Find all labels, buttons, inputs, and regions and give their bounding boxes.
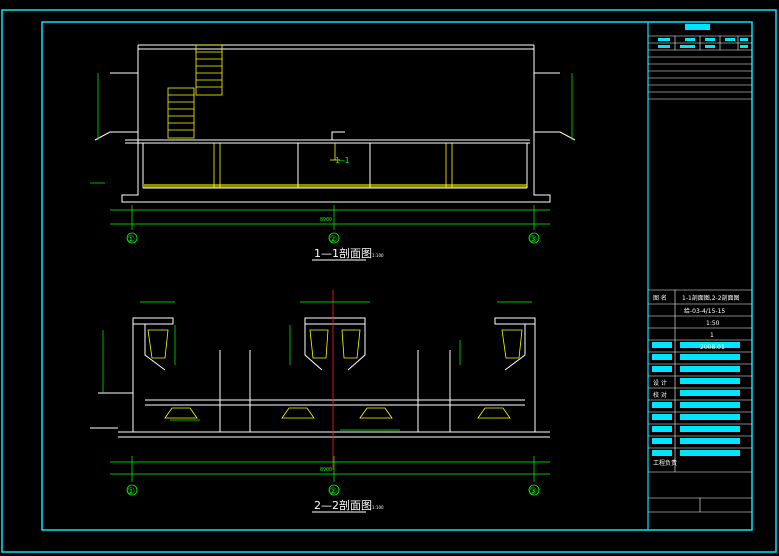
section-2-scale: 1:100 (372, 505, 384, 510)
title-scale: 1:50 (706, 320, 720, 327)
axis-label-1-1: ① (127, 235, 135, 245)
title-label-5: 工程负责 (653, 459, 677, 467)
section-1-scale: 1:100 (372, 253, 384, 258)
title-drawing-name: 1-1剖面图,2-2剖面图 (682, 294, 740, 302)
outer-frame (1, 9, 777, 553)
axis-label-2-2: ② (329, 487, 337, 497)
axis-label-1-3: ③ (529, 235, 537, 245)
inner-frame (41, 21, 753, 531)
cad-drawing-sheet: 图 名 1-1剖面图,2-2剖面图 给-03-4/15-15 1:50 1 20… (1, 9, 777, 553)
title-label-0: 设 计 (653, 379, 667, 387)
title-label-1: 校 对 (653, 391, 667, 399)
title-drawing-no: 给-03-4/15-15 (684, 307, 725, 315)
section-2-total-dim: 8900 (320, 467, 332, 473)
section-2-2: 8900 ① ② ③ 2—2剖面图 1:100 (90, 290, 550, 513)
title-date: 2008.01 (700, 344, 725, 351)
title-block: 图 名 1-1剖面图,2-2剖面图 给-03-4/15-15 1:50 1 20… (647, 22, 752, 530)
title-drawing-name-label: 图 名 (653, 294, 667, 302)
section-1-title: 1—1剖面图 (314, 246, 372, 260)
section-1-callout: 1—1 (335, 156, 350, 165)
axis-label-2-1: ① (127, 487, 135, 497)
axis-label-2-3: ③ (529, 487, 537, 497)
axis-label-1-2: ② (329, 235, 337, 245)
section-1-total-dim: 8900 (320, 217, 332, 223)
title-sheet: 1 (710, 332, 714, 339)
section-1-1: 8900 1—1 ① ② ③ 1—1剖面图 1:100 (90, 44, 576, 261)
section-2-title: 2—2剖面图 (314, 498, 372, 512)
